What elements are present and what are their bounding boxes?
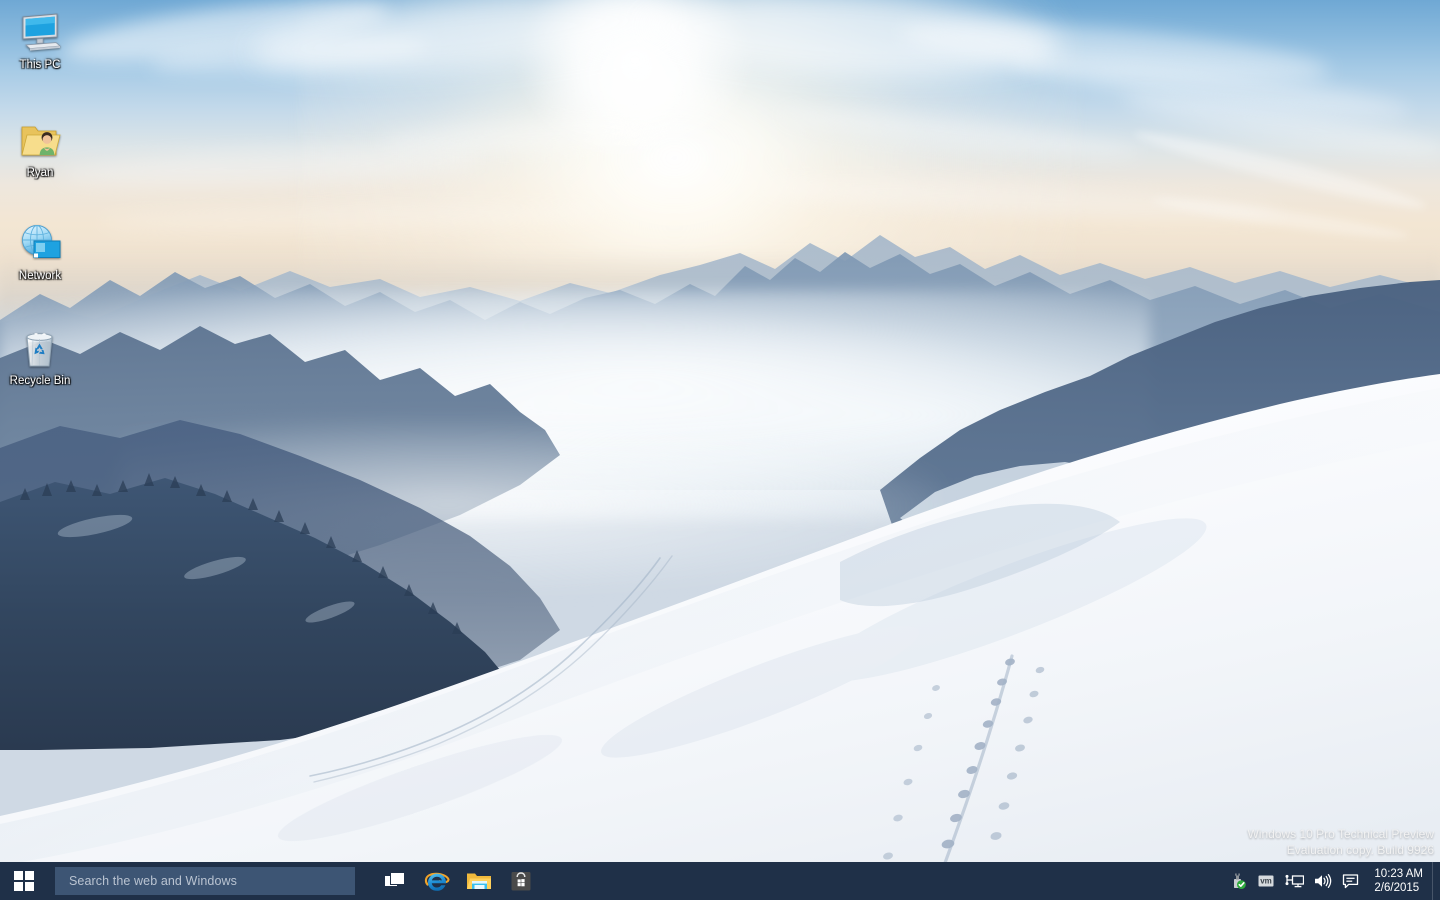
network-globe-icon xyxy=(16,219,64,267)
desktop-icon-ryan[interactable]: Ryan xyxy=(2,116,78,180)
internet-explorer-button[interactable] xyxy=(416,862,458,900)
speaker-icon[interactable] xyxy=(1308,862,1336,900)
file-explorer-icon xyxy=(467,873,491,889)
task-view-button[interactable] xyxy=(374,862,416,900)
ethernet-icon[interactable] xyxy=(1280,862,1308,900)
search-placeholder-text: Search the web and Windows xyxy=(69,874,237,888)
user-folder-icon xyxy=(16,116,64,164)
clock-time: 10:23 AM xyxy=(1374,868,1423,880)
vmware-tools-icon[interactable]: vm xyxy=(1252,862,1280,900)
store-bag-icon xyxy=(511,872,531,891)
show-desktop-button[interactable] xyxy=(1432,862,1440,900)
desktop-icon-label: This PC xyxy=(19,59,61,71)
task-view-icon xyxy=(384,872,405,887)
desktop-icon-label: Ryan xyxy=(26,167,54,179)
computer-icon xyxy=(16,8,64,56)
desktop-icon-network[interactable]: Network xyxy=(2,219,78,283)
evaluation-watermark: Windows 10 Pro Technical Preview Evaluat… xyxy=(1247,826,1434,858)
safely-remove-hardware-icon[interactable] xyxy=(1224,862,1252,900)
desktop-icon-label: Recycle Bin xyxy=(9,375,71,387)
internet-explorer-icon xyxy=(424,872,450,891)
taskbar-app-buttons xyxy=(374,862,542,900)
start-button[interactable] xyxy=(0,862,48,900)
watermark-line-2: Evaluation copy. Build 9926 xyxy=(1286,843,1434,857)
action-center-icon[interactable] xyxy=(1336,862,1364,900)
desktop-icon-recycle-bin[interactable]: Recycle Bin xyxy=(2,324,78,388)
desktop-screen: This PC Ryan Network Recycle Bin Windows… xyxy=(0,0,1440,900)
store-button[interactable] xyxy=(500,862,542,900)
desktop-icon-label: Network xyxy=(18,270,62,282)
taskbar-clock[interactable]: 10:23 AM 2/6/2015 xyxy=(1364,862,1432,900)
clock-date: 2/6/2015 xyxy=(1374,882,1420,894)
foreground-snow-slope xyxy=(0,374,1440,900)
desktop-wallpaper[interactable]: This PC Ryan Network Recycle Bin Windows… xyxy=(0,0,1440,900)
watermark-line-1: Windows 10 Pro Technical Preview xyxy=(1247,827,1434,841)
taskbar: Search the web and Windows vm 10:23 AM 2… xyxy=(0,862,1440,900)
system-tray: vm 10:23 AM 2/6/2015 xyxy=(1224,862,1440,900)
recycle-bin-icon xyxy=(16,324,64,372)
windows-logo-icon xyxy=(13,870,35,892)
search-input[interactable]: Search the web and Windows xyxy=(55,867,355,895)
desktop-icon-this-pc[interactable]: This PC xyxy=(2,8,78,72)
file-explorer-button[interactable] xyxy=(458,862,500,900)
svg-text:vm: vm xyxy=(1261,877,1273,886)
